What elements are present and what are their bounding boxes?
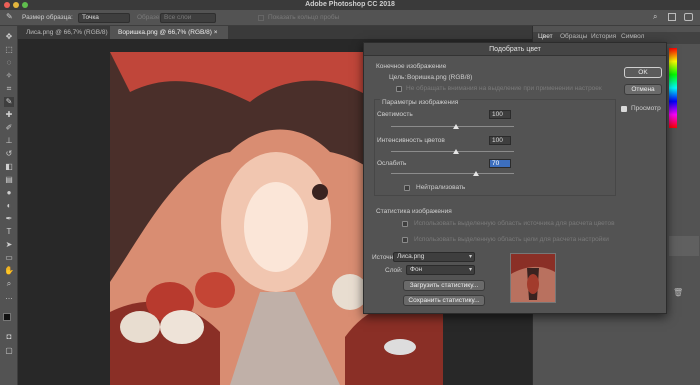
layers-panel-area bbox=[669, 236, 699, 256]
screen-mode-icon[interactable]: ▢ bbox=[4, 346, 14, 356]
eyedropper-tool-icon[interactable]: ✎ bbox=[4, 97, 14, 107]
more-tools-icon[interactable]: … bbox=[4, 292, 14, 302]
move-tool-icon[interactable]: ✥ bbox=[4, 32, 14, 42]
tab-vorishka[interactable]: Воришка.png @ 66,7% (RGB/8) × bbox=[110, 26, 228, 39]
shape-tool-icon[interactable]: ▭ bbox=[4, 253, 14, 263]
window-title: Adobe Photoshop CC 2018 bbox=[305, 1, 395, 8]
crop-tool-icon[interactable]: ⌗ bbox=[4, 84, 14, 94]
fade-label: Ослабить bbox=[377, 160, 407, 167]
search-icon[interactable]: ⌕ bbox=[653, 12, 657, 22]
layer-select[interactable]: Фон bbox=[406, 265, 475, 275]
stamp-tool-icon[interactable]: ⊥ bbox=[4, 136, 14, 146]
workspace-icon[interactable] bbox=[668, 13, 676, 21]
tab-character[interactable]: Символ bbox=[621, 33, 644, 40]
options-bar: ✎ Размер образца: Точка Образец: Все сло… bbox=[0, 10, 700, 26]
dodge-tool-icon[interactable]: ◐ bbox=[4, 201, 14, 211]
sample-size-label: Размер образца: bbox=[22, 14, 73, 21]
title-bar: Adobe Photoshop CC 2018 bbox=[0, 0, 700, 10]
fade-slider[interactable] bbox=[391, 173, 514, 174]
show-ring-label: Показать кольцо пробы bbox=[268, 14, 340, 21]
share-icon[interactable] bbox=[684, 13, 693, 21]
fade-input[interactable]: 70 bbox=[489, 159, 511, 168]
lasso-tool-icon[interactable]: ◌ bbox=[4, 58, 14, 68]
dialog-title: Подобрать цвет bbox=[364, 43, 666, 56]
show-ring-checkbox[interactable] bbox=[258, 15, 264, 21]
luminance-label: Светимость bbox=[377, 111, 413, 118]
tools-panel: ✥ ⬚ ◌ ✧ ⌗ ✎ ✚ ✐ ⊥ ↺ ◧ ▤ ● ◐ ✒ T ➤ ▭ ✋ ⌕ … bbox=[0, 26, 18, 385]
neutralize-label: Нейтрализовать bbox=[416, 184, 466, 191]
marquee-tool-icon[interactable]: ⬚ bbox=[4, 45, 14, 55]
zoom-tool-icon[interactable]: ⌕ bbox=[4, 279, 14, 289]
match-color-dialog: Подобрать цвет Конечное изображение Цель… bbox=[363, 42, 667, 314]
sample-size-select[interactable]: Точка bbox=[78, 13, 130, 23]
preview-checkbox[interactable] bbox=[621, 106, 627, 112]
source-preview-image bbox=[511, 254, 555, 302]
use-target-selection-label: Использовать выделенную область цели для… bbox=[414, 236, 609, 243]
use-source-selection-checkbox[interactable] bbox=[402, 221, 408, 227]
tab-swatches[interactable]: Образцы bbox=[560, 33, 587, 40]
source-select[interactable]: Лиса.png bbox=[393, 252, 475, 262]
cancel-button[interactable]: Отмена bbox=[624, 84, 662, 95]
path-select-tool-icon[interactable]: ➤ bbox=[4, 240, 14, 250]
quick-select-tool-icon[interactable]: ✧ bbox=[4, 71, 14, 81]
target-section-heading: Конечное изображение bbox=[376, 63, 447, 70]
tab-lisa[interactable]: Лиса.png @ 66,7% (RGB/8) bbox=[18, 26, 110, 39]
luminance-slider-thumb[interactable] bbox=[453, 124, 459, 129]
brush-tool-icon[interactable]: ✐ bbox=[4, 123, 14, 133]
type-tool-icon[interactable]: T bbox=[4, 227, 14, 237]
tab-history[interactable]: История bbox=[591, 33, 616, 40]
trash-icon[interactable]: 🗑 bbox=[673, 288, 683, 297]
gradient-tool-icon[interactable]: ▤ bbox=[4, 175, 14, 185]
foreground-color-swatch[interactable] bbox=[3, 313, 11, 321]
hue-slider[interactable] bbox=[669, 48, 677, 128]
tab-color[interactable]: Цвет bbox=[538, 33, 553, 40]
quick-mask-icon[interactable]: ◘ bbox=[4, 332, 14, 342]
eyedropper-icon[interactable]: ✎ bbox=[6, 12, 13, 21]
healing-tool-icon[interactable]: ✚ bbox=[4, 110, 14, 120]
target-label: Цель: bbox=[389, 74, 407, 81]
save-stats-button[interactable]: Сохранить статистику... bbox=[403, 295, 485, 306]
ignore-selection-label: Не обращать внимания на выделение при пр… bbox=[406, 85, 602, 92]
source-preview-thumbnail bbox=[510, 253, 556, 303]
color-intensity-label: Интенсивность цветов bbox=[377, 137, 445, 144]
source-dropdown-chevron-icon[interactable]: ▾ bbox=[469, 253, 472, 260]
use-target-selection-checkbox[interactable] bbox=[402, 237, 408, 243]
layer-dropdown-chevron-icon[interactable]: ▾ bbox=[469, 266, 472, 273]
blur-tool-icon[interactable]: ● bbox=[4, 188, 14, 198]
target-value: Воришка.png (RGB/8) bbox=[407, 74, 473, 81]
hand-tool-icon[interactable]: ✋ bbox=[4, 266, 14, 276]
color-intensity-slider-thumb[interactable] bbox=[453, 149, 459, 154]
layer-label: Слой: bbox=[385, 267, 403, 274]
ok-button[interactable]: OK bbox=[624, 67, 662, 78]
preview-label: Просмотр bbox=[631, 105, 661, 112]
pen-tool-icon[interactable]: ✒ bbox=[4, 214, 14, 224]
ignore-selection-checkbox[interactable] bbox=[396, 86, 402, 92]
color-intensity-input[interactable]: 100 bbox=[489, 136, 511, 145]
luminance-input[interactable]: 100 bbox=[489, 110, 511, 119]
eraser-tool-icon[interactable]: ◧ bbox=[4, 162, 14, 172]
use-source-selection-label: Использовать выделенную область источник… bbox=[414, 220, 615, 227]
stats-section-heading: Статистика изображения bbox=[376, 208, 452, 215]
neutralize-checkbox[interactable] bbox=[404, 185, 410, 191]
document-tabs: Лиса.png @ 66,7% (RGB/8) Воришка.png @ 6… bbox=[18, 26, 532, 39]
image-params-heading: Параметры изображения bbox=[380, 99, 461, 106]
load-stats-button[interactable]: Загрузить статистику... bbox=[403, 280, 485, 291]
sample-select[interactable]: Все слои bbox=[160, 13, 216, 23]
history-brush-icon[interactable]: ↺ bbox=[4, 149, 14, 159]
fade-slider-thumb[interactable] bbox=[473, 171, 479, 176]
